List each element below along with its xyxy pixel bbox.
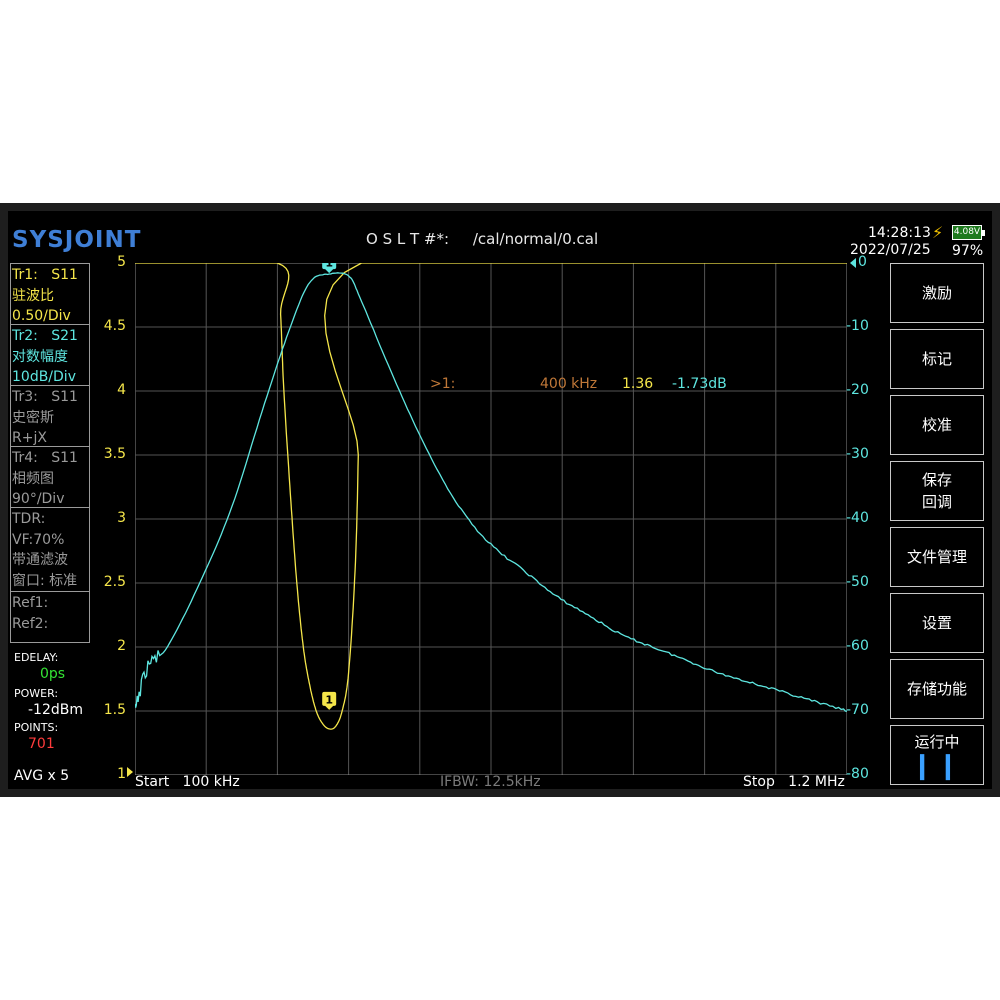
- vna-display: SYSJOINT O S L T #*: /cal/normal/0.cal 1…: [8, 211, 992, 790]
- stop-frequency[interactable]: Stop 1.2 MHz: [743, 774, 845, 790]
- ifbw-readout[interactable]: IFBW: 12.5kHz: [440, 774, 541, 790]
- marker-1-swr[interactable]: 1: [322, 691, 337, 710]
- menu-recall-label: 回调: [921, 493, 952, 511]
- ref1-label: Ref1:: [12, 595, 49, 611]
- right-axis-tick-label: -40: [846, 510, 869, 526]
- trace-2-format: 对数幅度: [12, 348, 68, 365]
- trace-3-id: Tr3:: [12, 389, 38, 405]
- tdr-filter: 带通滤波: [12, 552, 68, 568]
- battery-percent: 97%: [952, 243, 984, 259]
- marker-readout-s21: -1.73dB: [672, 376, 727, 392]
- points-label: POINTS:: [14, 721, 59, 734]
- left-axis-tick-label: 1.5: [103, 702, 126, 718]
- start-frequency[interactable]: Start 100 kHz: [135, 774, 240, 790]
- right-axis-tick-label: -70: [846, 702, 869, 718]
- tdr-box[interactable]: TDR: VF:70% 带通滤波 窗口: 标准: [11, 508, 89, 592]
- menu-file-manager-button[interactable]: 文件管理: [890, 527, 984, 587]
- right-axis-tick-label: 0: [858, 254, 867, 270]
- trace-4-id: Tr4:: [12, 450, 38, 466]
- svg-text:1: 1: [325, 263, 333, 270]
- marker-readout-swr: 1.36: [622, 376, 654, 392]
- menu-save-recall-button[interactable]: 保存 回调: [890, 461, 984, 521]
- trace-3-box[interactable]: Tr3: S11 史密斯 R+jX: [11, 386, 89, 447]
- power-label: POWER:: [14, 687, 59, 700]
- left-axis-tick-label: 1: [117, 766, 126, 782]
- menu-settings-button[interactable]: 设置: [890, 593, 984, 653]
- trace-1-format: 驻波比: [12, 287, 54, 304]
- left-axis-tick-label: 4: [117, 382, 126, 398]
- right-axis-tick-label: -60: [846, 638, 869, 654]
- menu-marker-label: 标记: [921, 350, 952, 368]
- marker-readout-label: >1:: [430, 376, 456, 392]
- marker-readout-freq: 400 kHz: [540, 376, 598, 392]
- marker-group: 11: [322, 263, 337, 710]
- edelay-label: EDELAY:: [14, 651, 59, 664]
- trace-2-box[interactable]: Tr2: S21 对数幅度 10dB/Div: [11, 325, 89, 386]
- reference-arrow-icon: [850, 258, 856, 268]
- battery-voltage: 4.08V: [953, 227, 981, 237]
- right-axis-tick-label: -50: [846, 574, 869, 590]
- pause-icon: ❙❙: [911, 751, 963, 781]
- right-axis-tick-label: -10: [846, 318, 869, 334]
- left-axis-tick-label: 4.5: [103, 318, 126, 334]
- trace-plot-area[interactable]: 11: [135, 263, 847, 775]
- right-axis-tick-label: -20: [846, 382, 869, 398]
- trace-1-box[interactable]: Tr1: S11 驻波比 0.50/Div: [11, 264, 89, 325]
- left-axis-tick-label: 3: [117, 510, 126, 526]
- reference-arrow-icon: [127, 767, 133, 777]
- tdr-label: TDR:: [12, 511, 46, 527]
- menu-save-label: 保存: [921, 471, 952, 489]
- points-value[interactable]: 701: [28, 736, 55, 752]
- menu-settings-label: 设置: [921, 614, 952, 632]
- trace-4-format: 相频图: [12, 470, 54, 487]
- trace-2-scale: 10dB/Div: [12, 369, 76, 385]
- power-value[interactable]: -12dBm: [28, 702, 83, 718]
- plot-grid: [135, 263, 847, 775]
- menu-marker-button[interactable]: 标记: [890, 329, 984, 389]
- left-axis-tick-label: 2: [117, 638, 126, 654]
- menu-storage-button[interactable]: 存储功能: [890, 659, 984, 719]
- menu-file-manager-label: 文件管理: [906, 548, 967, 566]
- trace-1-param: S11: [51, 267, 78, 283]
- trace-1-id: Tr1:: [12, 267, 38, 283]
- menu-calibrate-label: 校准: [921, 416, 952, 434]
- brand-logo: SYSJOINT: [12, 227, 142, 253]
- trace-3-scale: R+jX: [12, 430, 47, 446]
- menu-run-pause-button[interactable]: 运行中 ❙❙: [890, 725, 984, 785]
- tdr-vf: VF:70%: [12, 531, 65, 548]
- trace-4-scale: 90°/Div: [12, 491, 65, 507]
- trace-1-scale: 0.50/Div: [12, 308, 71, 324]
- battery-icon: 4.08V: [952, 225, 985, 240]
- left-axis-tick-label: 2.5: [103, 574, 126, 590]
- trace-3-format: 史密斯: [12, 409, 54, 426]
- trace-2-id: Tr2:: [12, 328, 38, 344]
- averaging-label[interactable]: AVG x 5: [14, 768, 69, 784]
- trace-2-param: S21: [51, 328, 78, 344]
- trace-4-param: S11: [51, 450, 78, 466]
- trace-panel: Tr1: S11 驻波比 0.50/Div Tr2: S21 对数幅度 10dB…: [10, 263, 90, 643]
- right-axis-tick-label: -80: [846, 766, 869, 782]
- menu-storage-label: 存储功能: [906, 680, 967, 698]
- clock-time: 14:28:13: [868, 225, 931, 241]
- ref-box[interactable]: Ref1: Ref2:: [11, 592, 89, 642]
- edelay-value[interactable]: 0ps: [40, 666, 65, 682]
- left-axis-tick-label: 5: [117, 254, 126, 270]
- menu-stimulus-button[interactable]: 激励: [890, 263, 984, 323]
- trace-4-box[interactable]: Tr4: S11 相频图 90°/Div: [11, 447, 89, 508]
- menu-calibrate-button[interactable]: 校准: [890, 395, 984, 455]
- calibration-title: O S L T #*: /cal/normal/0.cal: [366, 230, 599, 248]
- ref2-label: Ref2:: [12, 615, 49, 632]
- vna-screen-bezel: SYSJOINT O S L T #*: /cal/normal/0.cal 1…: [0, 203, 1000, 797]
- right-axis-tick-label: -30: [846, 446, 869, 462]
- lightning-bolt-icon: ⚡: [932, 223, 944, 242]
- svg-text:1: 1: [325, 693, 333, 706]
- menu-stimulus-label: 激励: [921, 284, 952, 302]
- tdr-window: 窗口: 标准: [12, 572, 78, 589]
- marker-1-s21[interactable]: 1: [322, 263, 337, 274]
- menu-running-label: 运行中: [914, 733, 960, 751]
- trace-3-param: S11: [51, 389, 78, 405]
- left-axis-tick-label: 3.5: [103, 446, 126, 462]
